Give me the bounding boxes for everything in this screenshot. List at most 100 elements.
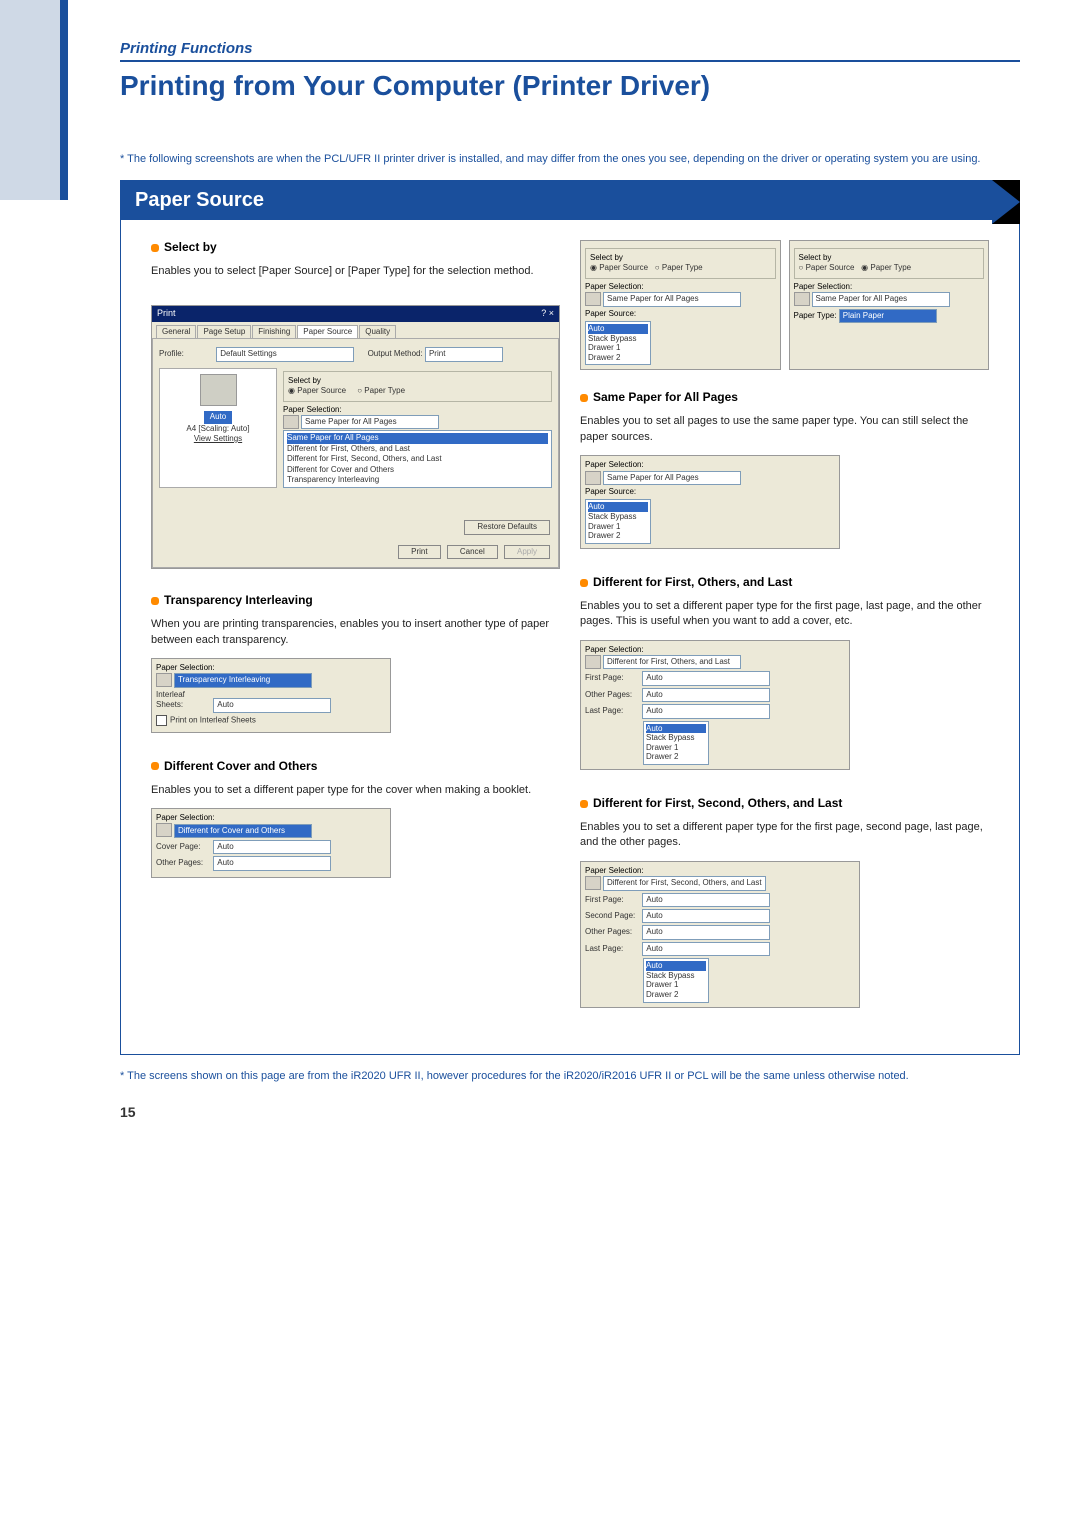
other-pages-select[interactable]: Auto: [213, 856, 331, 870]
page-title: Printing from Your Computer (Printer Dri…: [120, 70, 1020, 102]
ps-option[interactable]: Different for First, Others, and Last: [287, 444, 548, 454]
other-pages-select[interactable]: Auto: [642, 925, 770, 939]
same-paper-dialog: Paper Selection: Same Paper for All Page…: [580, 455, 840, 549]
apply-button[interactable]: Apply: [504, 545, 550, 559]
ps-dropdown[interactable]: Same Paper for All Pages: [603, 292, 741, 306]
list-item[interactable]: Drawer 2: [646, 752, 706, 762]
last-page-select[interactable]: Auto: [642, 704, 770, 718]
list-item[interactable]: Drawer 1: [646, 980, 706, 990]
other-pages-label: Other Pages:: [585, 927, 640, 937]
different-fsol-dialog: Paper Selection: Different for First, Se…: [580, 861, 860, 1008]
ps-dropdown[interactable]: Different for First, Others, and Last: [603, 655, 741, 669]
ps-label: Paper Selection:: [585, 282, 776, 292]
print-button[interactable]: Print: [398, 545, 440, 559]
dialog-tabs: GeneralPage SetupFinishingPaper SourceQu…: [152, 322, 559, 338]
source-list[interactable]: Auto Stack Bypass Drawer 1 Drawer 2: [585, 499, 651, 543]
bullet-icon: [151, 597, 159, 605]
group-label: Select by: [799, 253, 832, 262]
auto-indicator: Auto: [204, 411, 232, 423]
restore-defaults-button[interactable]: Restore Defaults: [464, 520, 550, 534]
ps-label: Paper Selection:: [585, 645, 845, 655]
profile-select[interactable]: Default Settings: [216, 347, 354, 361]
list-item[interactable]: Stack Bypass: [588, 334, 648, 344]
cover-page-select[interactable]: Auto: [213, 840, 331, 854]
last-page-label: Last Page:: [585, 944, 640, 954]
ps-dropdown[interactable]: Same Paper for All Pages: [812, 292, 950, 306]
second-page-select[interactable]: Auto: [642, 909, 770, 923]
same-paper-desc: Enables you to set all pages to use the …: [580, 414, 989, 445]
ps-option[interactable]: Different for Cover and Others: [287, 465, 548, 475]
main-print-dialog: Print ? × GeneralPage SetupFinishingPape…: [151, 305, 560, 569]
tab-general[interactable]: General: [156, 325, 196, 338]
interleaf-select[interactable]: Auto: [213, 698, 331, 712]
radio-paper-source[interactable]: Paper Source: [599, 263, 648, 272]
first-page-label: First Page:: [585, 673, 640, 683]
second-page-label: Second Page:: [585, 911, 640, 921]
radio-paper-source[interactable]: Paper Source: [297, 386, 346, 395]
list-item[interactable]: Drawer 2: [646, 990, 706, 1000]
last-page-select[interactable]: Auto: [642, 942, 770, 956]
list-item[interactable]: Stack Bypass: [646, 971, 706, 981]
dialog-titlebar: Print ? ×: [152, 306, 559, 322]
paper-icon: [156, 823, 172, 837]
other-pages-select[interactable]: Auto: [642, 688, 770, 702]
ps-dropdown[interactable]: Different for First, Second, Others, and…: [603, 876, 766, 890]
tab-finishing[interactable]: Finishing: [252, 325, 296, 338]
tab-paper-source[interactable]: Paper Source: [297, 325, 358, 338]
list-item[interactable]: Drawer 1: [646, 743, 706, 753]
radio-paper-type[interactable]: Paper Type: [662, 263, 703, 272]
list-item[interactable]: Stack Bypass: [646, 733, 706, 743]
section-header: Printing Functions: [120, 40, 1020, 62]
different-cover-desc: Enables you to set a different paper typ…: [151, 783, 560, 798]
source-list[interactable]: Auto Stack Bypass Drawer 1 Drawer 2: [643, 958, 709, 1002]
same-paper-title: Same Paper for All Pages: [593, 390, 738, 404]
radio-paper-type[interactable]: Paper Type: [870, 263, 911, 272]
first-page-select[interactable]: Auto: [642, 893, 770, 907]
other-pages-label: Other Pages:: [585, 690, 640, 700]
select-by-desc: Enables you to select [Paper Source] or …: [151, 264, 560, 279]
select-by-title: Select by: [164, 240, 217, 254]
view-settings-link[interactable]: View Settings: [194, 434, 242, 443]
tab-quality[interactable]: Quality: [359, 325, 396, 338]
list-item[interactable]: Auto: [646, 961, 706, 971]
paper-type-dropdown[interactable]: Plain Paper: [839, 309, 937, 323]
radio-paper-source[interactable]: Paper Source: [806, 263, 855, 272]
paper-selection-dropdown[interactable]: Same Paper for All Pages: [301, 415, 439, 429]
list-item[interactable]: Drawer 1: [588, 522, 648, 532]
list-item[interactable]: Drawer 1: [588, 343, 648, 353]
dialog-window-controls[interactable]: ? ×: [541, 308, 554, 320]
list-item[interactable]: Drawer 2: [588, 353, 648, 363]
group-label: Select by: [590, 253, 623, 262]
different-cover-block: Different Cover and Others Enables you t…: [151, 759, 560, 878]
paper-icon: [156, 673, 172, 687]
other-pages-label: Other Pages:: [156, 858, 211, 868]
ps-dropdown[interactable]: Different for Cover and Others: [174, 824, 312, 838]
ps-option[interactable]: Same Paper for All Pages: [287, 433, 548, 443]
ps-option[interactable]: Transparency Interleaving: [287, 475, 548, 485]
ps-dropdown[interactable]: Transparency Interleaving: [174, 673, 312, 687]
first-page-select[interactable]: Auto: [642, 671, 770, 685]
select-by-source-dialog: Select by◉ Paper Source ○ Paper Type Pap…: [580, 240, 781, 370]
cancel-button[interactable]: Cancel: [447, 545, 498, 559]
bullet-icon: [151, 244, 159, 252]
ps-option[interactable]: Different for First, Second, Others, and…: [287, 454, 548, 464]
interleaf-label: Interleaf Sheets:: [156, 690, 211, 711]
list-item[interactable]: Drawer 2: [588, 531, 648, 541]
printer-preview-icon: [200, 374, 237, 406]
radio-paper-type[interactable]: Paper Type: [364, 386, 405, 395]
source-list[interactable]: Auto Stack Bypass Drawer 1 Drawer 2: [585, 321, 651, 365]
output-select[interactable]: Print: [425, 347, 503, 361]
list-item[interactable]: Auto: [588, 502, 648, 512]
ps-label: Paper Selection:: [156, 813, 386, 823]
transparency-block: Transparency Interleaving When you are p…: [151, 593, 560, 732]
bullet-icon: [580, 394, 588, 402]
list-item[interactable]: Auto: [588, 324, 648, 334]
different-fol-desc: Enables you to set a different paper typ…: [580, 599, 989, 630]
list-item[interactable]: Stack Bypass: [588, 512, 648, 522]
same-paper-block: Same Paper for All Pages Enables you to …: [580, 390, 989, 548]
source-list[interactable]: Auto Stack Bypass Drawer 1 Drawer 2: [643, 721, 709, 765]
list-item[interactable]: Auto: [646, 724, 706, 734]
tab-page-setup[interactable]: Page Setup: [197, 325, 251, 338]
print-on-interleaf-checkbox[interactable]: [156, 715, 167, 726]
ps-dropdown[interactable]: Same Paper for All Pages: [603, 471, 741, 485]
